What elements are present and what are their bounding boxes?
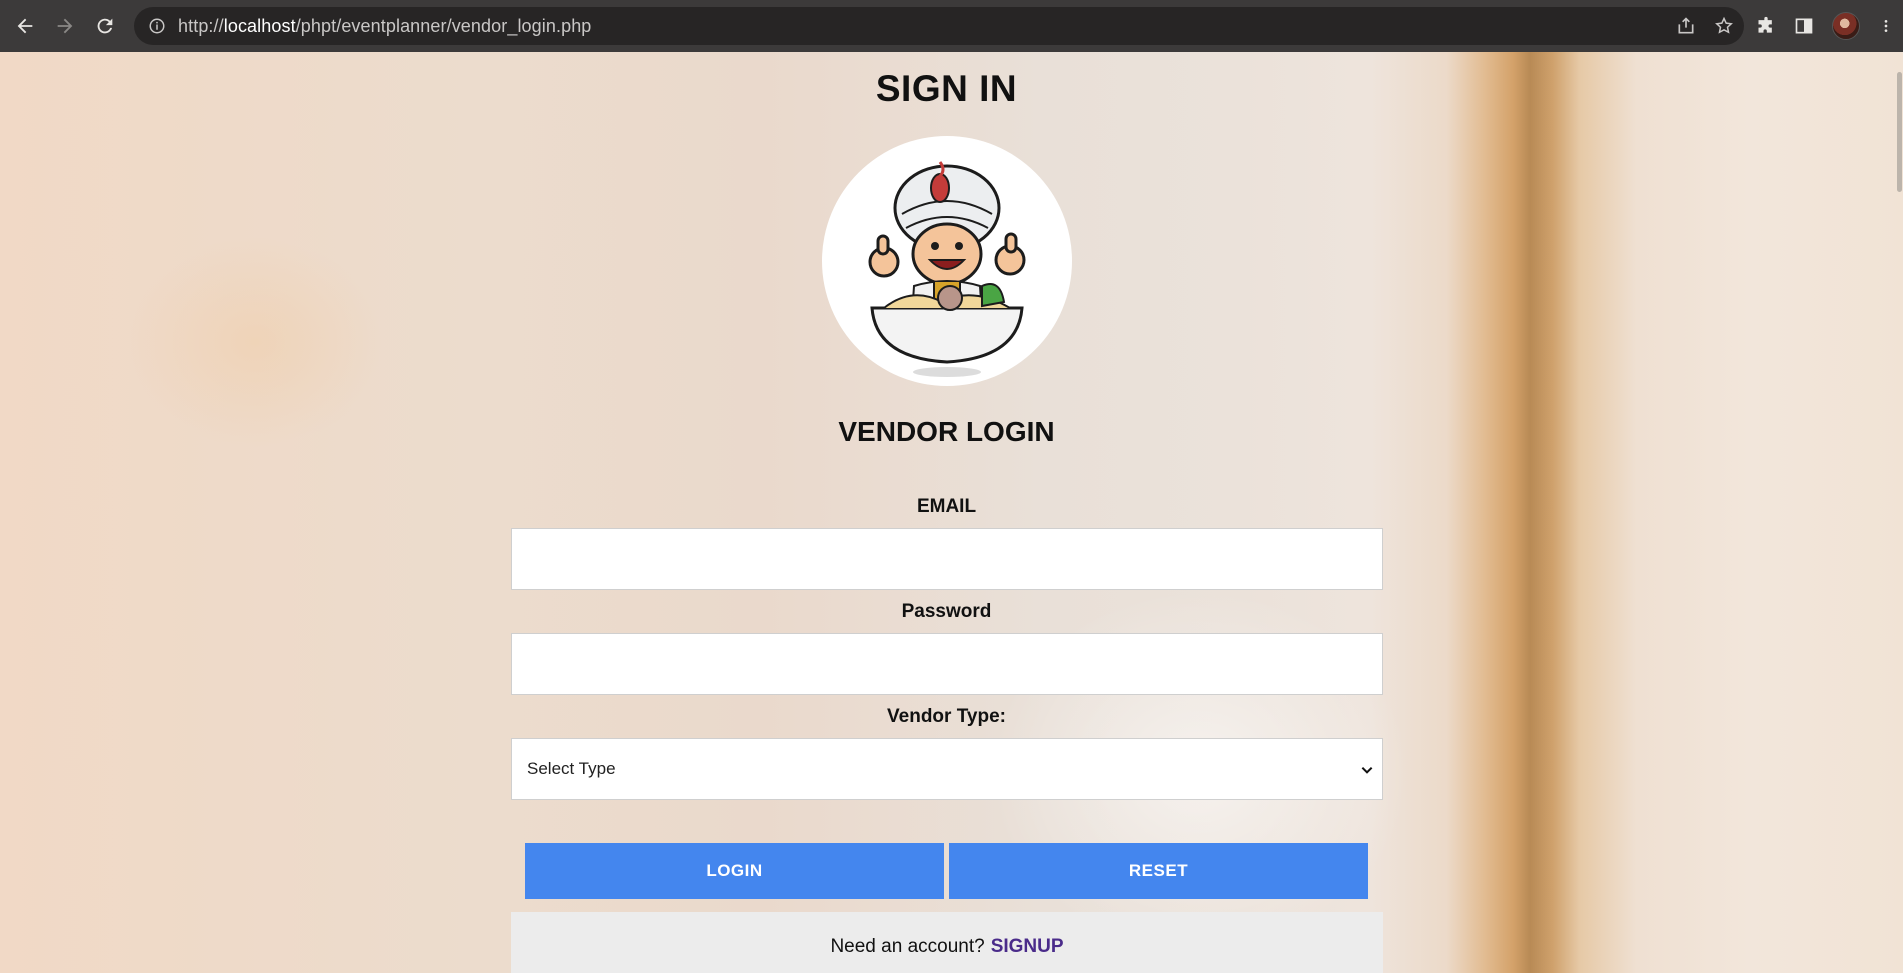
profile-avatar[interactable] xyxy=(1832,12,1860,40)
vendor-type-selected: Select Type xyxy=(527,759,616,778)
browser-toolbar: http://localhost/phpt/eventplanner/vendo… xyxy=(0,0,1903,52)
chevron-down-icon xyxy=(1361,766,1373,774)
page-background: SIGN IN VENDOR LOGIN EMAIL Password Vend… xyxy=(0,52,1903,973)
vendor-type-label: Vendor Type: xyxy=(887,706,1006,727)
signup-prompt-text: Need an account? xyxy=(830,936,985,957)
vendor-type-select[interactable]: Select Type xyxy=(511,738,1383,800)
chef-logo xyxy=(822,136,1072,386)
url-host: localhost xyxy=(223,15,296,36)
login-form-title: VENDOR LOGIN xyxy=(838,416,1055,447)
share-icon[interactable] xyxy=(1676,16,1696,36)
password-field[interactable] xyxy=(511,633,1383,695)
side-panel-icon[interactable] xyxy=(1794,16,1814,36)
page-title: SIGN IN xyxy=(875,68,1018,109)
reload-icon xyxy=(97,18,113,34)
password-label: Password xyxy=(901,601,992,622)
scrollbar[interactable] xyxy=(1896,52,1903,973)
arrow-right-icon xyxy=(57,18,73,34)
signup-link[interactable]: SIGNUP xyxy=(991,936,1064,958)
back-button[interactable] xyxy=(5,6,45,46)
reset-button[interactable]: RESET xyxy=(949,843,1368,899)
signup-prompt-box: Need an account? SIGNUP xyxy=(511,912,1383,973)
email-field[interactable] xyxy=(511,528,1383,590)
forward-button[interactable] xyxy=(45,6,85,46)
url-path: /phpt/eventplanner/vendor_login.php xyxy=(295,15,592,36)
kebab-menu-icon[interactable] xyxy=(1878,16,1894,36)
url-text: http://localhost/phpt/eventplanner/vendo… xyxy=(178,16,591,37)
email-label: EMAIL xyxy=(916,496,977,517)
info-icon xyxy=(149,18,165,34)
url-prefix: http:// xyxy=(178,15,224,36)
login-button[interactable]: LOGIN xyxy=(525,843,944,899)
bookmark-star-icon[interactable] xyxy=(1714,16,1734,36)
reload-button[interactable] xyxy=(85,6,125,46)
arrow-left-icon xyxy=(17,18,33,34)
scrollbar-thumb[interactable] xyxy=(1897,72,1902,192)
address-bar[interactable]: http://localhost/phpt/eventplanner/vendo… xyxy=(134,7,1744,45)
chef-mascot-image xyxy=(868,161,1026,377)
extensions-puzzle-icon[interactable] xyxy=(1756,16,1776,36)
